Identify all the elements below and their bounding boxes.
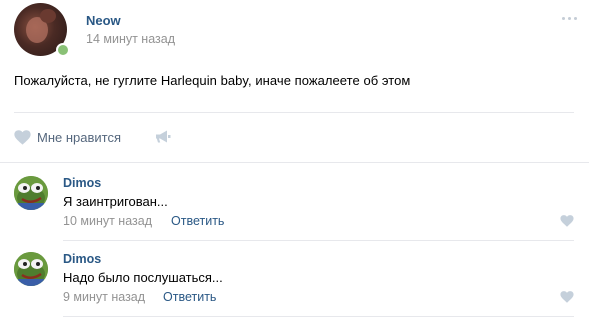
like-button[interactable]: Мне нравится xyxy=(14,128,121,146)
comment-divider xyxy=(63,316,574,317)
comment-item: Dimos Я заинтригован... 10 минут назад О… xyxy=(14,176,574,232)
comment-author-name[interactable]: Dimos xyxy=(63,176,101,190)
comment-heart-icon[interactable] xyxy=(560,214,574,227)
comment-author-avatar[interactable] xyxy=(14,176,48,210)
post-author-name[interactable]: Neow xyxy=(86,13,121,28)
online-indicator xyxy=(56,43,70,57)
post-divider xyxy=(14,112,574,113)
comment-divider xyxy=(63,240,574,241)
comment-time[interactable]: 10 минут назад xyxy=(63,214,152,228)
comments-divider xyxy=(0,162,589,163)
comment-time[interactable]: 9 минут назад xyxy=(63,290,145,304)
comment-text: Я заинтригован... xyxy=(63,194,168,209)
comment-text: Надо было послушаться... xyxy=(63,270,223,285)
more-icon[interactable] xyxy=(562,17,578,21)
comment-heart-icon[interactable] xyxy=(560,290,574,303)
post-time[interactable]: 14 минут назад xyxy=(86,32,175,46)
reply-button[interactable]: Ответить xyxy=(163,290,216,304)
comment-author-name[interactable]: Dimos xyxy=(63,252,101,266)
post-text: Пожалуйста, не гуглите Harlequin baby, и… xyxy=(14,73,411,88)
like-label: Мне нравится xyxy=(37,129,122,145)
heart-icon xyxy=(14,129,31,145)
comment-item: Dimos Надо было послушаться... 9 минут н… xyxy=(14,252,574,308)
reply-button[interactable]: Ответить xyxy=(171,214,224,228)
comment-author-avatar[interactable] xyxy=(14,252,48,286)
share-megaphone-icon[interactable] xyxy=(154,128,172,146)
